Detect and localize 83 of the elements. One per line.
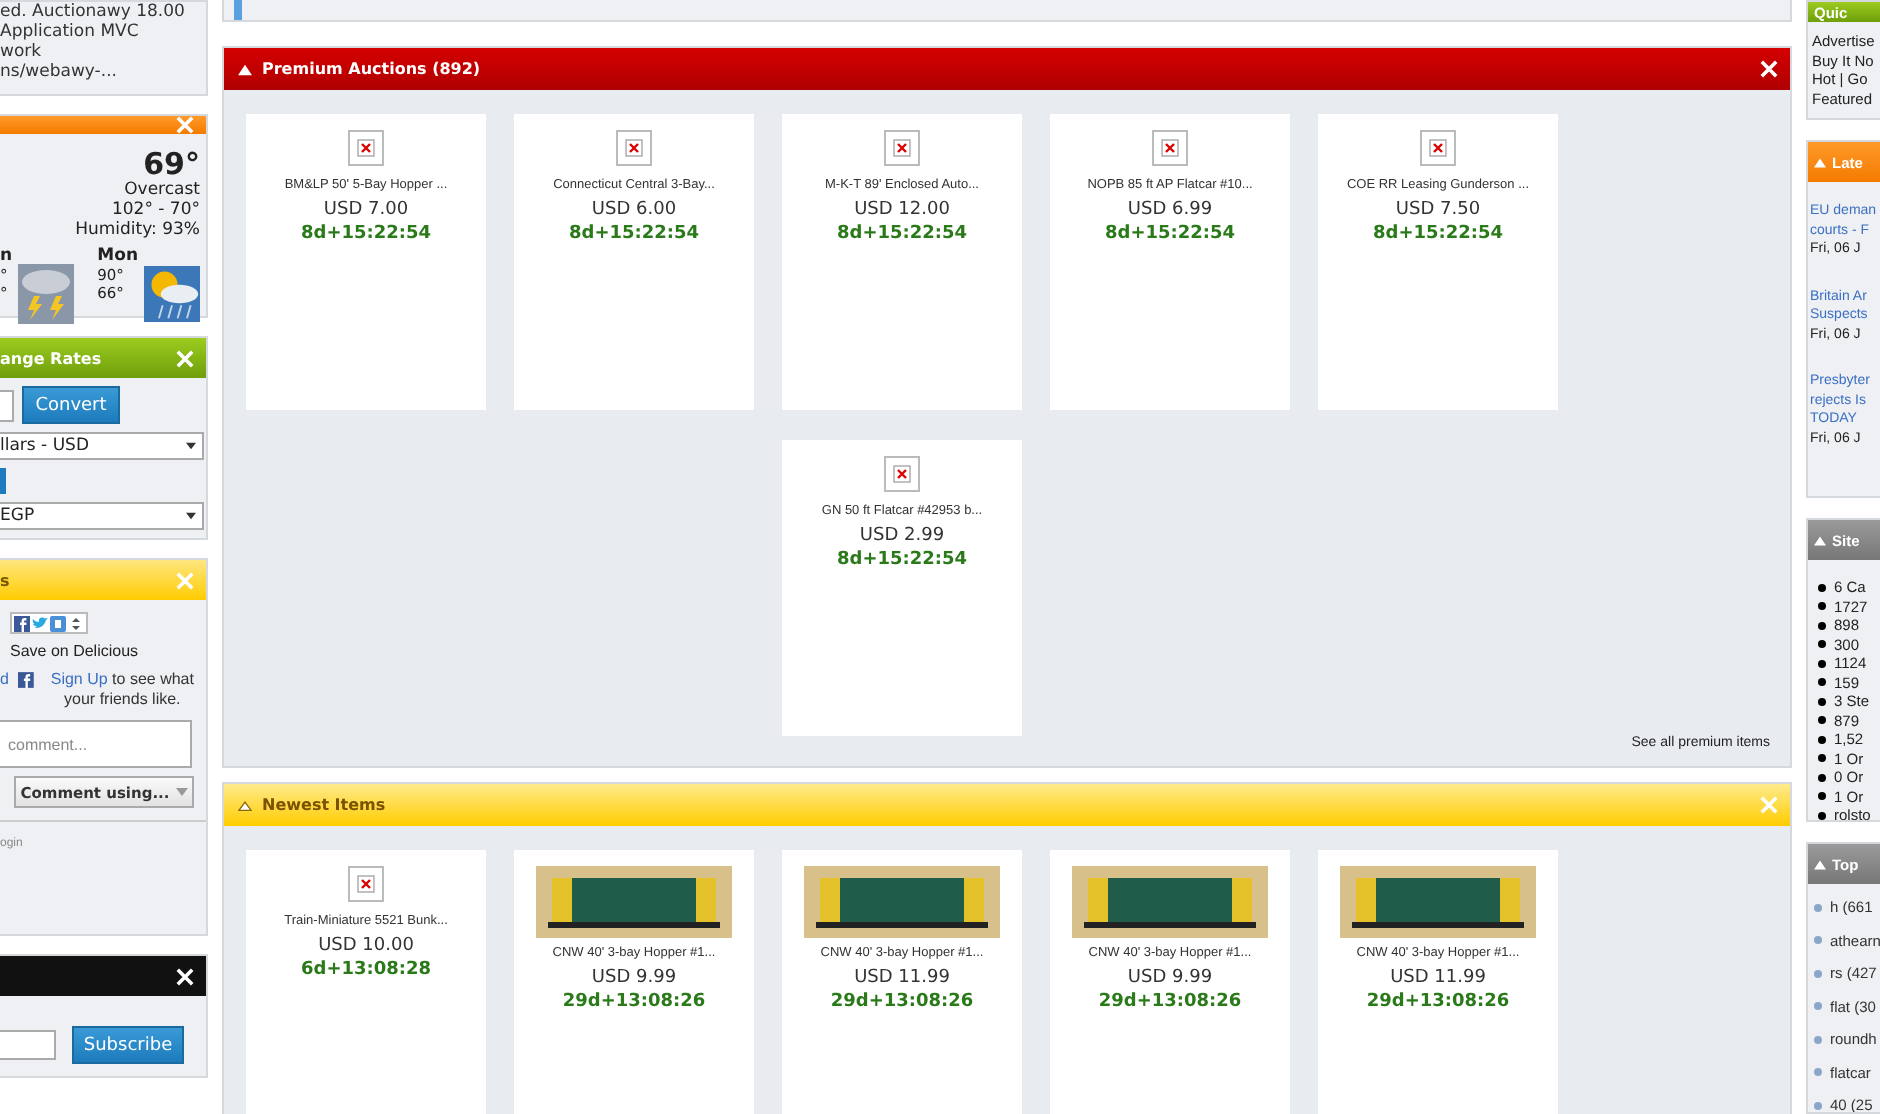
news-text: Application MVC (0, 22, 139, 42)
bullet-icon (1814, 1101, 1822, 1110)
bullet-icon (1818, 602, 1826, 611)
dropdown-arrow-icon[interactable] (186, 442, 196, 450)
signup-text: Sign Up to see what your friends like. (48, 670, 196, 710)
panel-title: s (0, 571, 10, 589)
time-left: 6d+13:08:28 (300, 958, 432, 984)
bullet-icon (1818, 583, 1826, 592)
amount-field[interactable] (0, 389, 14, 421)
news-text: ed. Auctionawy 18.00 (0, 2, 185, 22)
item-price: USD 12.00 (854, 198, 950, 222)
item-price: USD 2.99 (859, 524, 945, 548)
share-buttons[interactable] (10, 612, 88, 634)
news-text: work (0, 42, 42, 62)
item-price: USD 7.50 (1395, 198, 1481, 222)
bullet-icon (1814, 903, 1822, 912)
time-left: 29d+13:08:26 (1098, 990, 1242, 1016)
panel-title: Premium Auctions (892) (262, 60, 483, 78)
time-left: 8d+15:22:54 (1104, 222, 1236, 248)
news-text: ns/webawy-... (0, 62, 117, 82)
email-field[interactable] (0, 1030, 56, 1060)
time-left: 8d+15:22:54 (1372, 222, 1504, 248)
currency-select[interactable]: EGP (0, 502, 204, 530)
dropdown-arrow-icon (175, 788, 188, 796)
broken-image-icon (884, 456, 920, 492)
panel-title: ange Rates (0, 349, 102, 367)
broken-image-icon (1420, 130, 1456, 166)
item-price: USD 9.99 (1127, 966, 1213, 990)
bullet-icon (1818, 697, 1826, 706)
collapse-icon[interactable] (238, 799, 252, 811)
humidity: Humidity: 93% (75, 220, 200, 240)
broken-image-icon (348, 130, 384, 166)
bullet-icon (1814, 1068, 1822, 1077)
bullet-icon (1814, 1035, 1822, 1044)
subscribe-button[interactable]: Subscribe (72, 1026, 184, 1064)
item-price: USD 11.99 (1390, 966, 1486, 990)
broken-image-icon (1152, 130, 1188, 166)
delicious-link[interactable]: Save on Delicious (10, 642, 206, 660)
time-left: 8d+15:22:54 (300, 222, 432, 248)
bullet-icon (1814, 1002, 1822, 1011)
dropdown-arrow-icon[interactable] (186, 512, 196, 520)
bullet-icon (1814, 969, 1822, 978)
facebook-icon (18, 672, 35, 688)
time-left: 29d+13:08:26 (1366, 990, 1510, 1016)
item-price: USD 9.99 (591, 966, 677, 990)
item-price: USD 6.00 (591, 198, 677, 222)
bullet-icon (1818, 792, 1826, 801)
broken-image-icon (884, 130, 920, 166)
bullet-icon (1818, 659, 1826, 668)
item-price: USD 6.99 (1127, 198, 1213, 222)
collapse-icon[interactable] (1814, 859, 1826, 869)
forecast-day: Mon (97, 246, 138, 268)
time-left: 29d+13:08:26 (830, 990, 974, 1016)
broken-image-icon (348, 866, 384, 902)
item-price: USD 10.00 (318, 934, 414, 958)
time-left: 8d+15:22:54 (568, 222, 700, 248)
collapse-icon[interactable] (238, 63, 252, 75)
broken-image-icon (616, 130, 652, 166)
convert-button[interactable]: Convert (22, 386, 120, 424)
bullet-icon (1818, 811, 1826, 820)
bullet-icon (1818, 621, 1826, 630)
bullet-icon (1818, 754, 1826, 763)
bullet-icon (1818, 678, 1826, 687)
signup-link[interactable]: Sign Up (50, 670, 108, 688)
bullet-icon (1818, 773, 1826, 782)
time-left: 8d+15:22:54 (836, 548, 968, 574)
bullet-icon (1818, 640, 1826, 649)
bullet-icon (1818, 716, 1826, 725)
temperature-range: 102° - 70° (111, 200, 200, 220)
time-left: 29d+13:08:26 (562, 990, 706, 1016)
comment-field[interactable]: comment... (0, 720, 192, 768)
forecast-day: n (0, 246, 13, 268)
panel-title: Newest Items (262, 796, 388, 814)
bullet-icon (1814, 936, 1822, 945)
bullet-icon (1818, 735, 1826, 744)
login-link[interactable]: d (0, 670, 9, 688)
item-price: USD 7.00 (323, 198, 409, 222)
temperature: 69° (143, 148, 200, 180)
weather-condition: Overcast (124, 180, 200, 200)
collapse-icon[interactable] (1814, 535, 1826, 545)
currency-select[interactable]: llars - USD (0, 432, 204, 460)
time-left: 8d+15:22:54 (836, 222, 968, 248)
item-price: USD 11.99 (854, 966, 950, 990)
